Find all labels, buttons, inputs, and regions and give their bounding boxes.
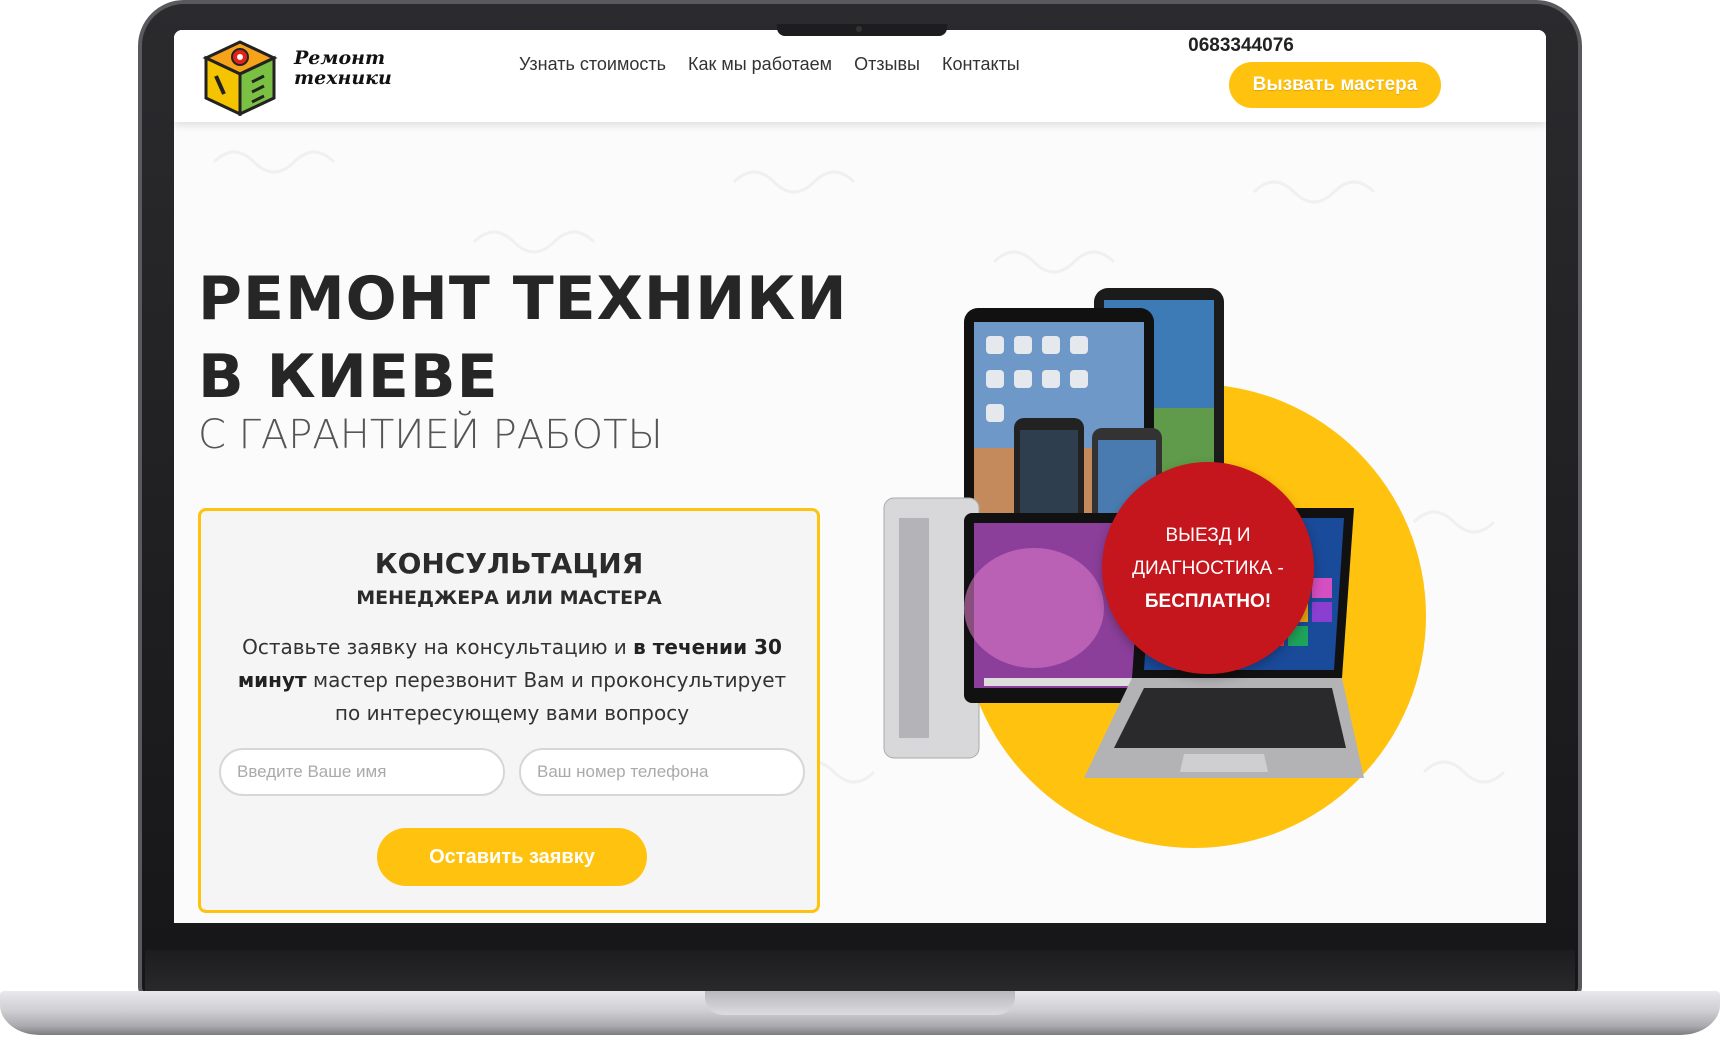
nav-get-price[interactable]: Узнать стоимость [519,54,666,75]
consultation-form: КОНСУЛЬТАЦИЯ МЕНЕДЖЕРА ИЛИ МАСТЕРА Остав… [198,508,820,913]
camera-icon [856,26,862,32]
nav-reviews[interactable]: Отзывы [854,54,920,75]
repair-cube-logo-icon [202,40,278,117]
nav-how-we-work[interactable]: Как мы работаем [688,54,832,75]
consult-subtitle: МЕНЕДЖЕРА ИЛИ МАСТЕРА [356,587,662,609]
site-header: Ремонт техники Узнать стоимость Как мы р… [174,30,1546,122]
submit-request-button[interactable]: Оставить заявку [377,828,647,886]
laptop-keyboard [1114,688,1346,748]
laptop-bezel-bottom [145,950,1575,995]
screen: Ремонт техники Узнать стоимость Как мы р… [174,30,1546,923]
laptop-frame: Ремонт техники Узнать стоимость Как мы р… [0,0,1720,1043]
consult-description: Оставьте заявку на консультацию и в тече… [231,631,793,730]
promo-line-3: БЕСПЛАТНО! [1144,590,1272,612]
logo[interactable]: Ремонт техники [196,36,392,117]
camera-notch [777,24,947,36]
promo-line-1: ВЫЕЗД И [1165,524,1251,546]
phone-number[interactable]: 0683344076 [1180,35,1302,57]
logo-line-2: техники [294,67,392,89]
main-nav: Узнать стоимость Как мы работаем Отзывы … [519,54,1020,75]
logo-text: Ремонт техники [294,48,392,88]
consult-text-before: Оставьте заявку на консультацию и [242,635,634,659]
laptop-base-notch [705,991,1015,1015]
logo-line-1: Ремонт [294,47,386,69]
hero-subtitle: С ГАРАНТИЕЙ РАБОТЫ [198,412,663,458]
phone-input[interactable] [519,748,805,796]
nav-contacts[interactable]: Контакты [942,54,1020,75]
consult-text-after: мастер перезвонит Вам и проконсультирует… [306,668,787,725]
hero-title-line-1: РЕМОНТ ТЕХНИКИ [198,264,848,334]
hero-title: РЕМОНТ ТЕХНИКИ В КИЕВЕ [198,260,848,416]
call-master-button[interactable]: Вызвать мастера [1229,62,1441,108]
promo-line-2: ДИАГНОСТИКА - [1132,557,1284,579]
consult-title: КОНСУЛЬТАЦИЯ [374,547,644,580]
free-diagnostics-badge: ВЫЕЗД И ДИАГНОСТИКА - БЕСПЛАТНО! [1102,462,1314,674]
name-input[interactable] [219,748,505,796]
hero-title-line-2: В КИЕВЕ [198,342,499,412]
